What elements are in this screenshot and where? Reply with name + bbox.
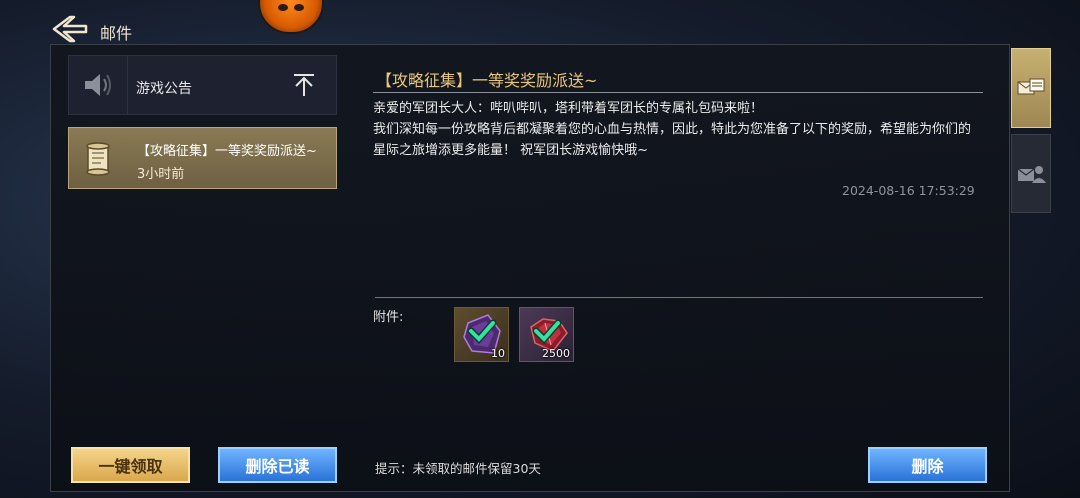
speaker-icon xyxy=(85,74,111,96)
delete-read-button[interactable]: 删除已读 xyxy=(218,447,337,483)
mail-datetime: 2024-08-16 17:53:29 xyxy=(842,183,975,198)
mail-body: 亲爱的军团长大人：哔叭哔叭，塔利带着军团长的专属礼包码来啦！ 我们深知每一份攻略… xyxy=(373,98,983,161)
retention-hint: 提示：未领取的邮件保留30天 xyxy=(375,461,541,476)
claim-all-button[interactable]: 一键领取 xyxy=(71,447,190,483)
divider xyxy=(373,92,983,93)
avatar-eye xyxy=(278,4,288,11)
delete-button[interactable]: 删除 xyxy=(868,447,987,483)
announcement-item[interactable]: 游戏公告 xyxy=(68,55,337,115)
claimed-check-icon xyxy=(532,319,562,344)
page-title: 邮件 xyxy=(100,24,133,43)
attachment-item[interactable]: 10 xyxy=(454,307,509,362)
divider xyxy=(375,297,983,298)
claimed-check-icon xyxy=(467,319,497,344)
tab-friend-mail[interactable] xyxy=(1011,134,1051,213)
attachment-item[interactable]: 2500 xyxy=(519,307,574,362)
mail-tab-icon xyxy=(1017,78,1045,95)
scroll-icon xyxy=(86,142,110,176)
mail-subject: 【攻略征集】一等奖奖励派送~ xyxy=(137,144,317,159)
pin-to-top-icon[interactable] xyxy=(291,72,317,98)
mail-body-line: 亲爱的军团长大人：哔叭哔叭，塔利带着军团长的专属礼包码来啦！ xyxy=(373,101,764,116)
mail-detail-title: 【攻略征集】一等奖奖励派送~ xyxy=(376,71,598,90)
scroll-icon-box xyxy=(75,136,123,184)
attachments-label: 附件: xyxy=(373,310,404,325)
attachment-quantity: 10 xyxy=(491,347,505,360)
friend-mail-icon xyxy=(1017,165,1046,183)
back-button[interactable] xyxy=(50,14,90,44)
speaker-icon-box xyxy=(69,56,128,114)
avatar-eye xyxy=(294,4,304,11)
mail-body-line: 我们深知每一份攻略背后都凝聚着您的心血与热情，因此，特此为您准备了以下的奖励，希… xyxy=(373,122,972,158)
top-bar: 邮件 xyxy=(0,0,1080,44)
tab-mail[interactable] xyxy=(1011,48,1051,128)
mail-time-ago: 3小时前 xyxy=(137,167,185,182)
back-arrow-icon xyxy=(52,15,88,43)
announcement-label: 游戏公告 xyxy=(136,81,192,97)
mail-list-item-selected[interactable]: 【攻略征集】一等奖奖励派送~ 3小时前 xyxy=(68,127,337,189)
attachment-quantity: 2500 xyxy=(542,347,570,360)
avatar[interactable] xyxy=(258,0,324,34)
